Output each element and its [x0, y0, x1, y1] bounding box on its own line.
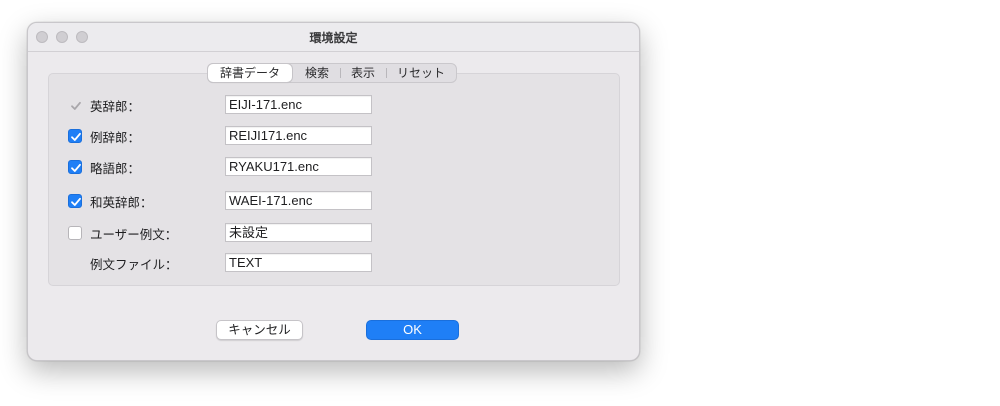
- ok-button[interactable]: OK: [366, 320, 459, 340]
- waeijiro-checkbox[interactable]: [68, 194, 82, 208]
- tab-display[interactable]: 表示: [340, 64, 386, 82]
- waeijiro-file-field[interactable]: WAEI-171.enc: [225, 191, 372, 210]
- eijiro-checkbox[interactable]: [68, 98, 82, 112]
- eijiro-row: 英辞郎： EIJI-171.enc: [66, 95, 372, 114]
- preferences-window: 環境設定 辞書データ 検索 表示 リセット 英辞郎： EIJI-171.enc …: [27, 22, 640, 361]
- eijiro-file-field[interactable]: EIJI-171.enc: [225, 95, 372, 114]
- eijiro-label: 英辞郎：: [90, 99, 141, 114]
- ryakugoro-row: 略語郎： RYAKU171.enc: [66, 157, 372, 176]
- user-examples-label: ユーザー例文：: [90, 227, 178, 242]
- checkmark-icon: [71, 132, 81, 141]
- reijiro-file-field[interactable]: REIJI171.enc: [225, 126, 372, 145]
- checkmark-icon: [71, 163, 81, 172]
- ryakugoro-label: 略語郎：: [90, 161, 141, 176]
- example-file-field[interactable]: TEXT: [225, 253, 372, 272]
- waeijiro-label: 和英辞郎：: [90, 195, 153, 210]
- checkmark-icon: [71, 197, 81, 206]
- cancel-button[interactable]: キャンセル: [216, 320, 303, 340]
- checkmark-icon: [71, 101, 81, 110]
- user-examples-checkbox[interactable]: [68, 226, 82, 240]
- window-title: 環境設定: [309, 31, 358, 45]
- reijiro-checkbox[interactable]: [68, 129, 82, 143]
- tab-bar: 辞書データ 検索 表示 リセット: [207, 63, 458, 83]
- title-bar: 環境設定: [28, 23, 639, 52]
- example-file-row: 例文ファイル： TEXT: [66, 253, 372, 272]
- waeijiro-row: 和英辞郎： WAEI-171.enc: [66, 191, 372, 210]
- reijiro-label: 例辞郎：: [90, 130, 141, 145]
- tab-dictionary-data[interactable]: 辞書データ: [208, 64, 293, 82]
- tab-reset[interactable]: リセット: [386, 64, 456, 82]
- example-file-label: 例文ファイル：: [90, 257, 178, 272]
- ryakugoro-file-field[interactable]: RYAKU171.enc: [225, 157, 372, 176]
- user-examples-row: ユーザー例文： 未設定: [66, 223, 372, 242]
- user-examples-field[interactable]: 未設定: [225, 223, 372, 242]
- ryakugoro-checkbox[interactable]: [68, 160, 82, 174]
- tab-search[interactable]: 検索: [294, 64, 340, 82]
- reijiro-row: 例辞郎： REIJI171.enc: [66, 126, 372, 145]
